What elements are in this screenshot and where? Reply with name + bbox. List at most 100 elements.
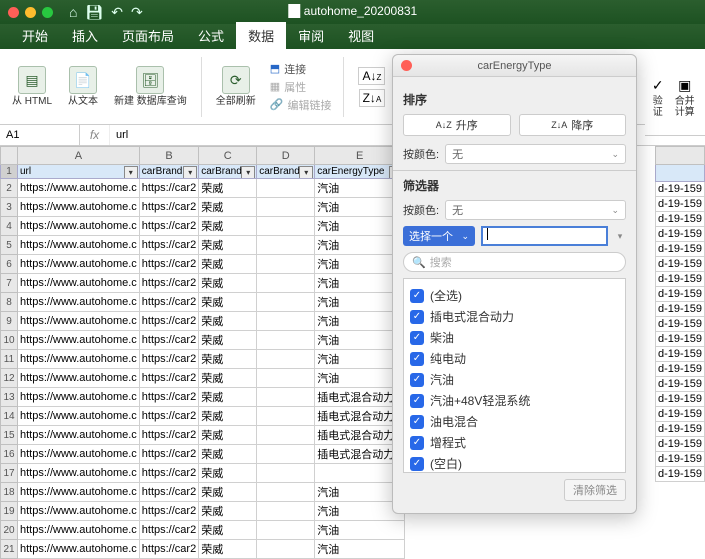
cell[interactable] [257, 331, 315, 350]
cell[interactable]: 荣威 [199, 540, 257, 559]
cell[interactable]: https://car2 [139, 464, 198, 483]
cell[interactable]: 荣威 [199, 331, 257, 350]
cell[interactable] [257, 426, 315, 445]
cell[interactable]: https://car2 [139, 521, 198, 540]
cell[interactable]: 荣威 [199, 274, 257, 293]
filter-header[interactable]: carBrand▾ [199, 165, 257, 179]
cell[interactable]: https://car2 [139, 255, 198, 274]
cell[interactable]: https://www.autohome.c [18, 312, 140, 331]
cell[interactable] [257, 407, 315, 426]
cell[interactable]: d-19-159 [655, 422, 704, 437]
row-header[interactable]: 4 [1, 217, 18, 236]
row-header[interactable]: 19 [1, 502, 18, 521]
row-header[interactable]: 8 [1, 293, 18, 312]
cell[interactable]: d-19-159 [655, 452, 704, 467]
row-header[interactable]: 9 [1, 312, 18, 331]
filter-value-input[interactable] [481, 226, 608, 246]
cell[interactable] [257, 445, 315, 464]
cell[interactable]: 荣威 [199, 369, 257, 388]
cell[interactable]: https://www.autohome.c [18, 255, 140, 274]
cell[interactable]: https://www.autohome.c [18, 198, 140, 217]
filter-search-input[interactable]: 🔍 搜索 [403, 252, 626, 272]
row-header[interactable]: 5 [1, 236, 18, 255]
dialog-close-button[interactable] [401, 60, 412, 71]
cell[interactable] [257, 540, 315, 559]
col-header[interactable]: C [199, 147, 257, 165]
cell[interactable] [257, 236, 315, 255]
cell[interactable]: 荣威 [199, 521, 257, 540]
cell[interactable]: d-19-159 [655, 332, 704, 347]
cell[interactable]: https://www.autohome.c [18, 350, 140, 369]
sort-descending-button[interactable]: Z↓A降序 [519, 114, 627, 136]
dialog-titlebar[interactable]: carEnergyType [393, 55, 636, 77]
cell[interactable]: d-19-159 [655, 392, 704, 407]
cell[interactable]: d-19-159 [655, 377, 704, 392]
menu-tab-3[interactable]: 公式 [186, 22, 236, 49]
menu-tab-1[interactable]: 插入 [60, 22, 110, 49]
filter-option[interactable]: ✓增程式 [410, 432, 619, 453]
row-header[interactable]: 10 [1, 331, 18, 350]
refresh-all-icon[interactable]: ⟳ [222, 66, 250, 94]
filter-condition-select[interactable]: 选择一个⌄ [403, 226, 475, 246]
cell[interactable]: https://www.autohome.c [18, 502, 140, 521]
cell[interactable]: d-19-159 [655, 212, 704, 227]
cell[interactable]: https://car2 [139, 426, 198, 445]
row-header[interactable]: 16 [1, 445, 18, 464]
cell[interactable]: d-19-159 [655, 182, 704, 197]
cell[interactable] [257, 369, 315, 388]
filter-color-select[interactable]: 无⌄ [445, 200, 626, 220]
redo-icon[interactable]: ↷ [131, 4, 143, 21]
filter-option[interactable]: ✓汽油 [410, 369, 619, 390]
filter-option[interactable]: ✓油电混合 [410, 411, 619, 432]
from-html-icon[interactable]: ▤ [18, 66, 46, 94]
cell[interactable]: https://car2 [139, 236, 198, 255]
sort-color-select[interactable]: 无⌄ [445, 144, 626, 164]
menu-tab-2[interactable]: 页面布局 [110, 22, 186, 49]
menu-tab-4[interactable]: 数据 [236, 22, 286, 49]
cell[interactable]: https://www.autohome.c [18, 369, 140, 388]
cell[interactable]: d-19-159 [655, 302, 704, 317]
row-header[interactable]: 11 [1, 350, 18, 369]
row-header[interactable]: 7 [1, 274, 18, 293]
name-box[interactable]: A1 [0, 125, 80, 145]
cell[interactable]: https://www.autohome.c [18, 217, 140, 236]
cell[interactable]: https://car2 [139, 274, 198, 293]
cell[interactable]: 荣威 [199, 464, 257, 483]
menu-tab-6[interactable]: 视图 [336, 22, 386, 49]
cell[interactable]: https://www.autohome.c [18, 407, 140, 426]
dropdown-chevron-icon[interactable]: ▾ [614, 231, 626, 242]
cell[interactable] [257, 483, 315, 502]
from-text-icon[interactable]: 📄 [69, 66, 97, 94]
cell[interactable]: https://car2 [139, 445, 198, 464]
clear-filter-button[interactable]: 清除筛选 [564, 479, 626, 501]
row-header[interactable]: 2 [1, 179, 18, 198]
row-header[interactable]: 15 [1, 426, 18, 445]
sort-ascending-button[interactable]: A↓Z升序 [403, 114, 511, 136]
cell[interactable]: https://www.autohome.c [18, 236, 140, 255]
cell[interactable]: 荣威 [199, 350, 257, 369]
cell[interactable] [257, 217, 315, 236]
cell[interactable]: https://car2 [139, 388, 198, 407]
cell[interactable]: https://car2 [139, 483, 198, 502]
menu-tab-5[interactable]: 审阅 [286, 22, 336, 49]
cell[interactable]: https://car2 [139, 198, 198, 217]
cell[interactable]: 荣威 [199, 312, 257, 331]
cell[interactable]: 荣威 [199, 293, 257, 312]
cell[interactable]: https://www.autohome.c [18, 464, 140, 483]
home-icon[interactable]: ⌂ [69, 4, 77, 20]
col-header[interactable]: A [18, 147, 140, 165]
cell[interactable]: https://www.autohome.c [18, 388, 140, 407]
fx-icon[interactable]: fx [80, 125, 110, 145]
cell[interactable]: https://car2 [139, 312, 198, 331]
row-header[interactable]: 21 [1, 540, 18, 559]
filter-header[interactable]: carBrand▾ [139, 165, 198, 179]
cell[interactable] [257, 198, 315, 217]
cell[interactable] [257, 293, 315, 312]
cell[interactable]: d-19-159 [655, 362, 704, 377]
sort-asc-icon[interactable]: A↓Z [358, 67, 385, 85]
cell[interactable]: d-19-159 [655, 407, 704, 422]
cell[interactable]: d-19-159 [655, 347, 704, 362]
menu-tab-0[interactable]: 开始 [10, 22, 60, 49]
sort-desc-icon[interactable]: Z↓A [359, 89, 386, 107]
cell[interactable]: d-19-159 [655, 227, 704, 242]
